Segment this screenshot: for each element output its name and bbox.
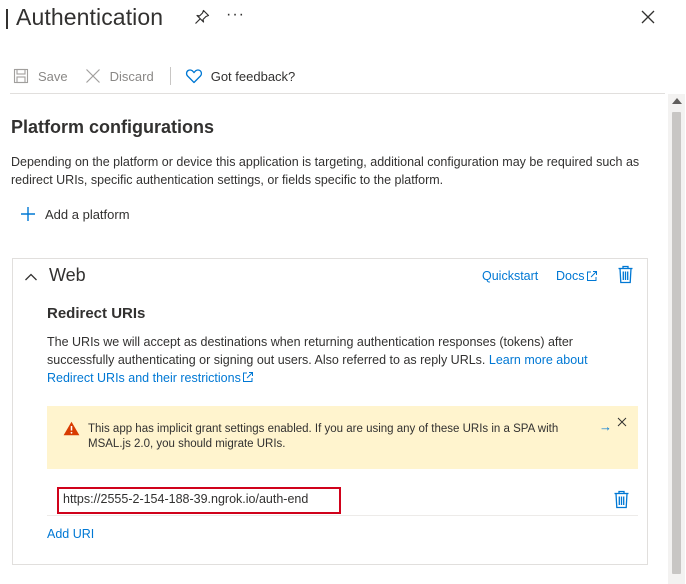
external-link-icon	[587, 271, 598, 281]
discard-label: Discard	[109, 68, 154, 84]
discard-icon	[85, 69, 100, 83]
scrollbar-thumb[interactable]	[672, 112, 681, 574]
card-title: Web	[49, 265, 86, 285]
plus-icon	[21, 207, 35, 221]
uri-field-underline	[47, 515, 638, 516]
pin-icon[interactable]	[193, 8, 211, 26]
redirect-uris-description: The URIs we will accept as destinations …	[47, 333, 617, 387]
toolbar-separator	[169, 67, 171, 85]
quickstart-link[interactable]: Quickstart	[482, 269, 538, 283]
docs-label: Docs	[556, 269, 585, 283]
docs-link[interactable]: Docs	[556, 269, 598, 283]
save-icon	[13, 68, 29, 84]
page-title: Authentication	[16, 4, 164, 30]
close-icon[interactable]	[617, 417, 627, 427]
warning-arrow-icon[interactable]: →	[599, 419, 612, 434]
save-button[interactable]: Save	[12, 67, 68, 85]
section-description: Depending on the platform or device this…	[11, 155, 640, 187]
warning-message: This app has implicit grant settings ena…	[88, 423, 559, 450]
more-icon[interactable]: ···	[226, 6, 245, 24]
toolbar-divider	[10, 93, 665, 94]
external-link-icon	[242, 372, 253, 382]
delete-uri-trash-icon[interactable]	[613, 490, 630, 509]
discard-button[interactable]: Discard	[84, 67, 154, 85]
scroll-up-arrow-icon[interactable]	[672, 98, 682, 104]
close-icon[interactable]	[640, 9, 656, 25]
add-uri-link[interactable]: Add URI	[47, 527, 94, 541]
add-platform-button[interactable]: Add a platform	[20, 206, 130, 222]
section-title: Platform configurations	[11, 117, 215, 137]
chevron-up-icon[interactable]	[24, 270, 38, 284]
title-accent-bar	[6, 9, 8, 29]
redirect-uri-input[interactable]: https://2555-2-154-188-39.ngrok.io/auth-…	[63, 492, 308, 506]
redirect-uris-heading: Redirect URIs	[47, 305, 146, 322]
warning-icon	[63, 421, 80, 436]
feedback-button[interactable]: Got feedback?	[185, 67, 296, 85]
save-label: Save	[38, 68, 68, 84]
add-platform-label: Add a platform	[45, 206, 130, 222]
feedback-label: Got feedback?	[210, 68, 296, 84]
heart-icon	[185, 69, 202, 84]
command-bar: Save Discard Got feedback?	[12, 62, 295, 90]
delete-platform-trash-icon[interactable]	[617, 265, 634, 284]
